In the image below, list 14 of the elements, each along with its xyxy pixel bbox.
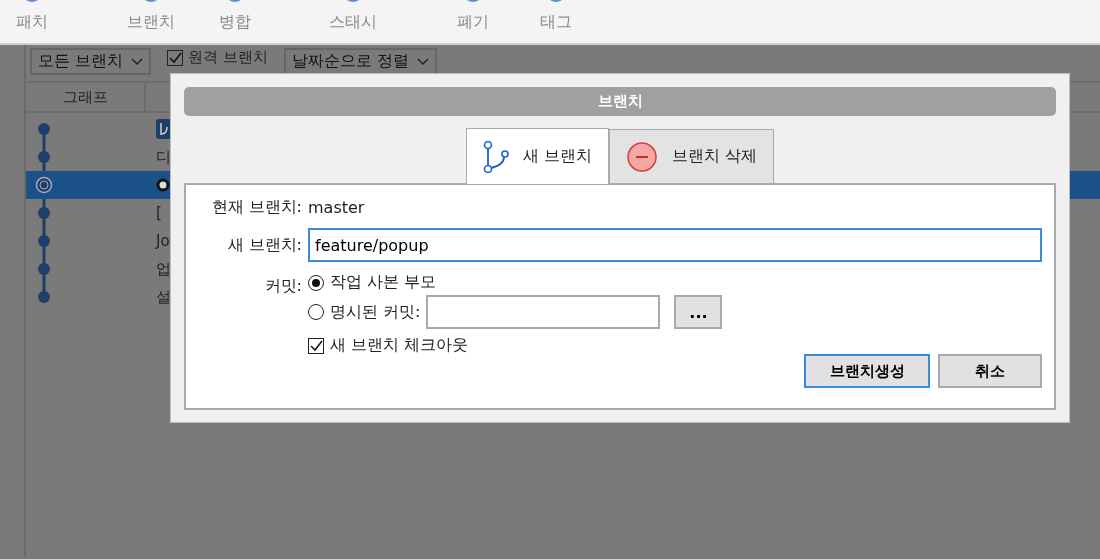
commit-message: 디	[156, 147, 171, 167]
current-branch-value: master	[308, 198, 366, 217]
commit-message: [	[156, 204, 162, 222]
dialog-title: 브랜치	[184, 87, 1056, 116]
field-label: 현재 브랜치:	[210, 197, 302, 218]
field-label: 커밋:	[263, 275, 302, 297]
commit-message: 업	[156, 259, 171, 279]
checkbox-label: 새 브랜치 체크아웃	[330, 335, 469, 356]
radio-label: 명시된 커밋:	[330, 301, 421, 323]
checkbox-label: 원격 브랜치	[188, 48, 268, 67]
commit-message: 설	[156, 287, 171, 307]
field-label: 새 브랜치:	[226, 234, 302, 256]
commit-message: Jo	[156, 232, 170, 250]
radio-label: 작업 사본 부모	[330, 272, 437, 293]
